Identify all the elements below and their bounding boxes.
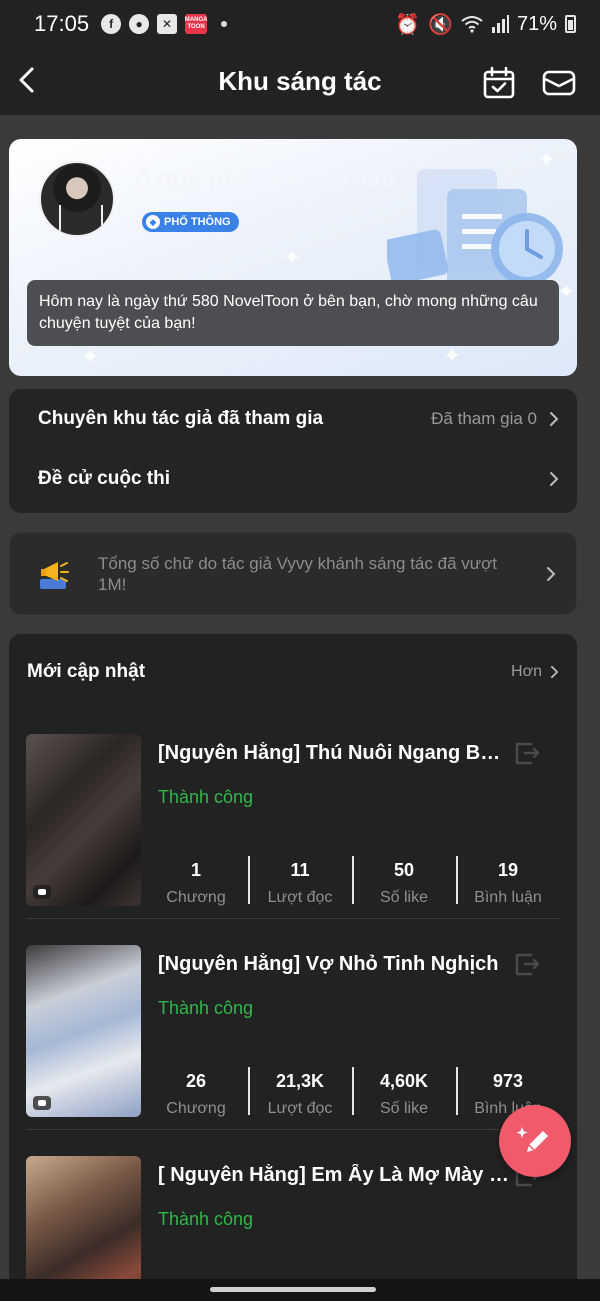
alarm-icon: ⏰ [395,13,421,36]
section-title: Mới cập nhật [27,661,146,682]
chat-icon [33,1096,51,1110]
achievement-notice[interactable]: Tổng số chữ do tác giả Vyvy khánh sáng t… [9,532,577,615]
likes-stat: 50 Số like [352,854,456,906]
sparkle-icon: ✦ [557,279,576,304]
story-item[interactable]: [Nguyên Hằng] Thú Nuôi Ngang Bướng Thành… [26,734,560,906]
divider [26,918,560,919]
divider [26,1129,560,1130]
export-icon[interactable] [513,740,541,766]
page-title: Khu sáng tác [218,66,382,96]
sparkle-icon: ✦ [283,245,302,270]
megaphone-icon [40,561,69,589]
chapter-count: 1 [190,860,201,880]
reads-stat: 11 Lượt đọc [248,854,352,906]
more-label: Hơn [511,663,542,680]
story-cover[interactable] [26,734,141,906]
chapter-label: Chương [166,1100,226,1117]
reads-stat: 21,3K Lượt đọc [248,1065,352,1117]
comments-count: 19 [497,860,519,880]
story-stats: 26 Chương 21,3K Lượt đọc 4,60K Số like 973 B… [144,1065,560,1117]
story-cover[interactable] [26,1156,141,1294]
reads-label: Lượt đọc [267,1100,333,1117]
story-status: Thành công [158,998,254,1018]
recently-updated-section: Mới cập nhật Hơn [Nguyên Hằng] Thú Nuôi … [9,634,577,1294]
likes-label: Số like [379,889,429,906]
likes-count: 4,60K [379,1071,429,1091]
sparkle-icon: ✦ [81,344,100,369]
pencil-sparkle-icon [516,1127,548,1152]
write-fab-button[interactable] [499,1105,571,1177]
joined-author-zones-label: Chuyên khu tác giả đã tham gia [38,408,324,429]
wifi-icon [461,16,483,33]
joined-count: Đã tham gia 0 [431,409,537,428]
chevron-right-icon [551,665,559,679]
contest-nomination-row[interactable]: Đề cử cuộc thi [9,450,577,508]
profile-card: ✦ ✦ ✦ ✦ ✦ ố quỷ nhà phong tuấn ◆ PHỔ THÔ… [9,139,577,376]
story-title: [ Nguyên Hằng] Em Ấy Là Mợ Mày Đấy [158,1164,510,1186]
mangatoon-icon: MANGA TOON [185,14,208,34]
mute-icon: 🔇 [428,13,453,36]
comments-count: 973 [492,1071,524,1091]
chevron-right-icon [547,566,556,581]
story-title: [Nguyên Hằng] Vợ Nhỏ Tinh Nghịch [158,953,499,975]
status-time: 17:05 [34,11,90,36]
status-bar: 17:05 f ● ✕ MANGA TOON ⏰ 🔇 71% [0,0,600,48]
signal-icon [491,15,509,33]
notification-dot-icon [221,21,228,27]
badge-label: PHỔ THÔNG [164,216,231,228]
sparkle-icon: ✦ [537,147,556,172]
section-header: Mới cập nhật Hơn [27,656,559,688]
notice-text: Tổng số chữ do tác giả Vyvy khánh sáng t… [98,553,497,594]
chapter-stat: 1 Chương [144,854,248,906]
story-title: [Nguyên Hằng] Thú Nuôi Ngang Bướng [158,742,510,764]
chapter-count: 26 [185,1071,207,1091]
chevron-right-icon [550,412,559,426]
story-stats: 1 Chương 11 Lượt đọc 50 Số like 19 Bình luận [144,854,560,906]
likes-label: Số like [379,1100,429,1117]
messenger-icon: ● [129,14,150,34]
capcut-icon: ✕ [157,14,178,34]
battery-percent: 71% [516,12,557,35]
username: ố quỷ nhà phong tuấn [135,165,397,193]
status-left: 17:05 f ● ✕ MANGA TOON [34,11,228,37]
reads-count: 11 [290,860,310,880]
diamond-icon: ◆ [146,215,160,229]
membership-badge[interactable]: ◆ PHỔ THÔNG [142,212,239,232]
likes-stat: 4,60K Số like [352,1065,456,1117]
app-header: Khu sáng tác [0,48,600,115]
chat-icon [33,885,51,899]
mail-icon[interactable] [542,66,576,100]
reads-count: 21,3K [275,1071,325,1091]
battery-icon [565,15,576,33]
more-link[interactable]: Hơn [511,663,559,681]
comments-stat: 19 Bình luận [456,854,560,906]
story-status: Thành công [158,1209,254,1229]
system-nav-bar [0,1279,600,1301]
back-icon[interactable] [6,60,46,100]
calendar-check-icon[interactable] [482,66,516,100]
export-icon[interactable] [513,951,541,977]
chapter-label: Chương [166,889,226,906]
home-indicator[interactable] [210,1287,376,1292]
story-item[interactable]: [Nguyên Hằng] Vợ Nhỏ Tinh Nghịch Thành c… [26,945,560,1117]
contest-nomination-label: Đề cử cuộc thi [38,468,171,489]
story-cover[interactable] [26,945,141,1117]
story-item[interactable]: [ Nguyên Hằng] Em Ấy Là Mợ Mày Đấy Thành… [26,1156,560,1294]
comments-label: Bình luận [474,889,542,906]
sparkle-icon: ✦ [443,343,462,368]
welcome-message: Hôm nay là ngày thứ 580 NovelToon ở bên … [27,280,559,346]
story-status: Thành công [158,787,254,807]
chevron-right-icon [550,472,559,486]
likes-count: 50 [393,860,415,880]
joined-author-zones-row[interactable]: Chuyên khu tác giả đã tham gia Đã tham g… [9,390,577,448]
facebook-icon: f [101,14,122,34]
menu-card: Chuyên khu tác giả đã tham gia Đã tham g… [9,389,577,513]
chapter-stat: 26 Chương [144,1065,248,1117]
avatar[interactable] [39,161,115,237]
reads-label: Lượt đọc [267,889,333,906]
status-right: ⏰ 🔇 71% [395,12,576,37]
